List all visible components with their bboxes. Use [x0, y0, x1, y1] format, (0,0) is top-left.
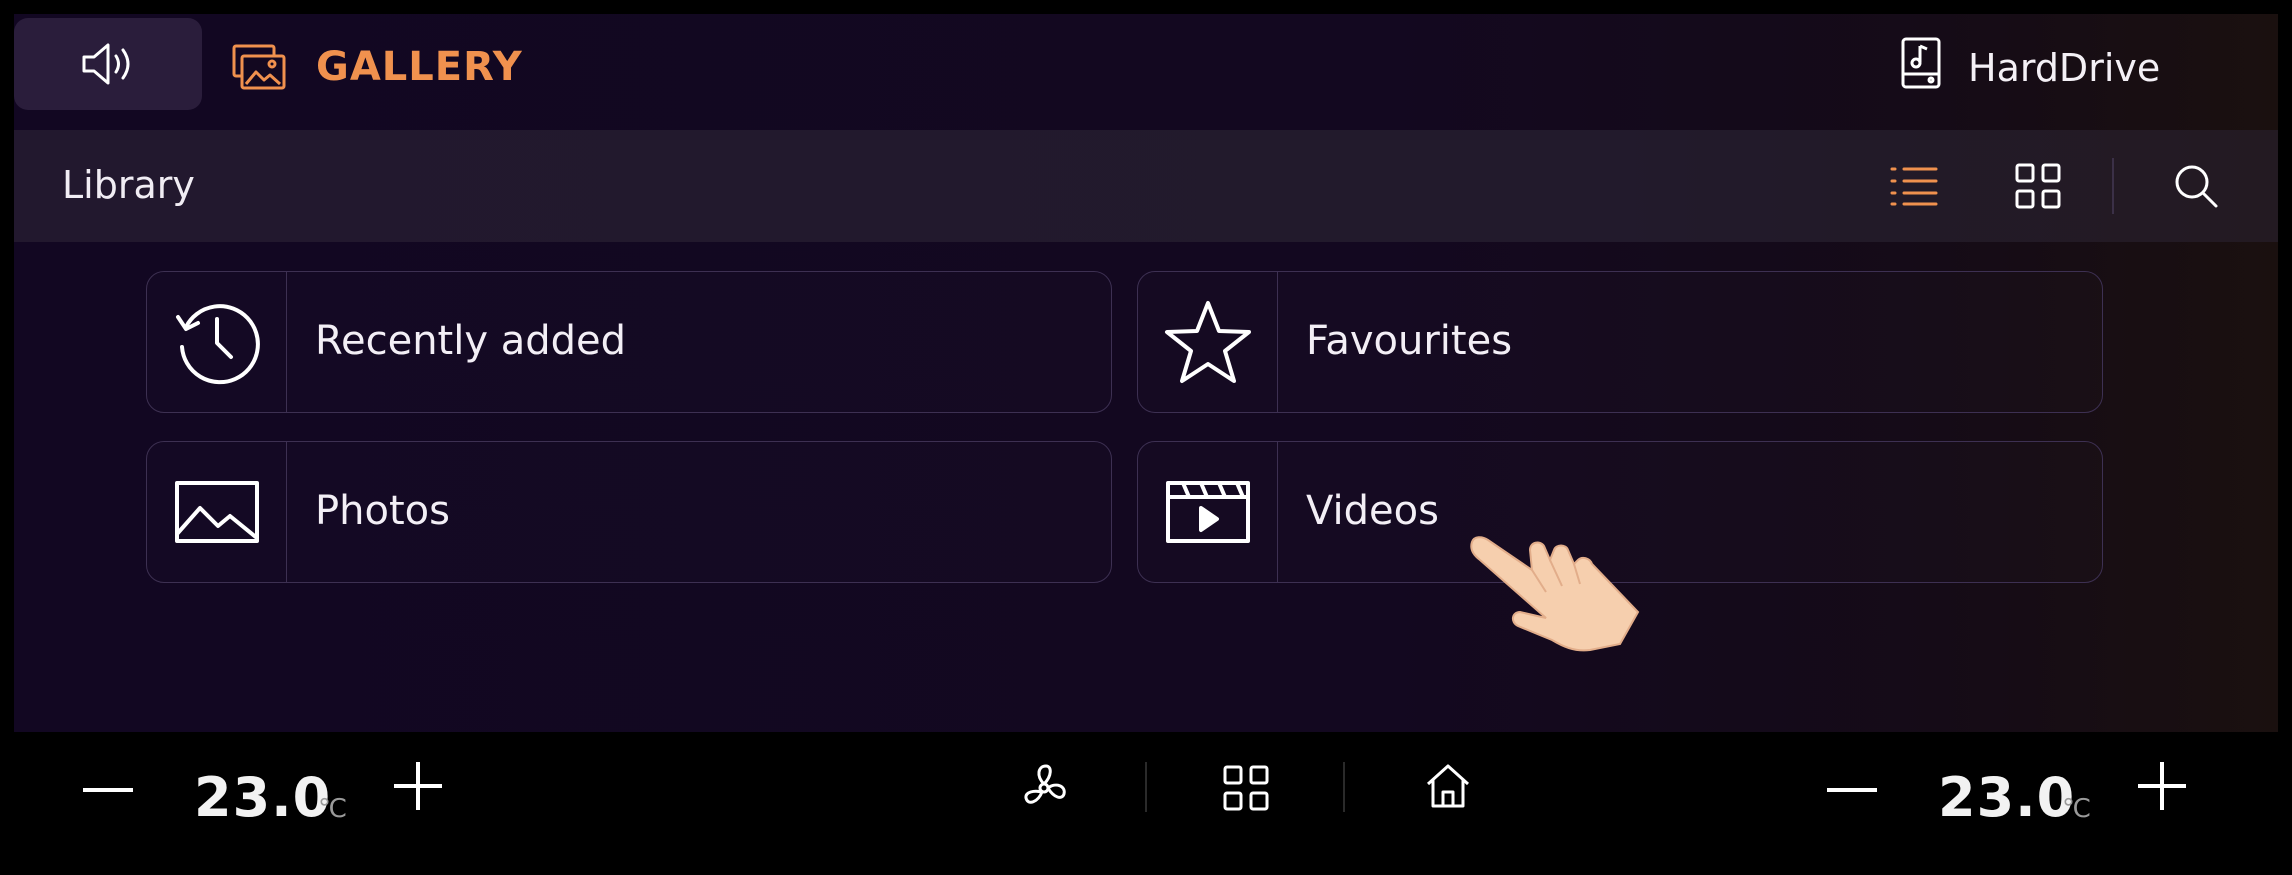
music-drive-icon [1901, 37, 1941, 89]
tap-hand-icon [1470, 536, 1640, 652]
left-temp-value: 23.0 [194, 766, 332, 829]
library-item-recently-added[interactable]: Recently added [146, 271, 1112, 413]
library-item-favourites[interactable]: Favourites [1137, 271, 2103, 413]
toolbar-divider [2112, 158, 2114, 214]
app-title: GALLERY [316, 44, 523, 90]
fan-icon [1024, 764, 1066, 804]
tile-label: Recently added [315, 318, 627, 364]
grid-icon [2015, 163, 2061, 209]
left-temp-decrease-button[interactable] [80, 776, 136, 804]
tile-icon-box [1138, 442, 1278, 582]
home-icon [1426, 764, 1470, 808]
climate-bar: 23.0 ℃ 23.0 ℃ [0, 732, 2292, 875]
dock-divider [1145, 762, 1147, 812]
infotainment-screen: GALLERY HardDrive Library Recently added… [14, 14, 2278, 732]
minus-icon [83, 788, 133, 792]
home-button[interactable] [1420, 758, 1476, 814]
tile-icon-box [147, 272, 287, 412]
star-icon [1164, 301, 1251, 383]
apps-button[interactable] [1218, 760, 1274, 816]
list-icon [1890, 167, 1938, 206]
volume-button[interactable] [14, 18, 202, 110]
gallery-icon [232, 44, 286, 90]
left-temp-increase-button[interactable] [392, 760, 444, 812]
plus-icon [394, 762, 442, 810]
library-item-photos[interactable]: Photos [146, 441, 1112, 583]
search-button[interactable] [2166, 156, 2226, 216]
source-label[interactable]: HardDrive [1968, 46, 2160, 90]
list-view-button[interactable] [1884, 156, 1944, 216]
right-temp-increase-button[interactable] [2136, 760, 2188, 812]
apps-grid-icon [1223, 765, 1269, 811]
image-icon [174, 481, 259, 543]
right-temp-value: 23.0 [1938, 766, 2076, 829]
search-icon [2175, 165, 2218, 208]
tile-label: Photos [315, 488, 450, 534]
library-toolbar: Library [14, 130, 2278, 242]
history-icon [175, 304, 260, 385]
fan-button[interactable] [1016, 760, 1072, 816]
right-temp-unit: ℃ [2062, 794, 2092, 824]
left-temp-unit: ℃ [318, 794, 348, 824]
dock-divider [1343, 762, 1345, 812]
minus-icon [1827, 788, 1877, 792]
right-temp-decrease-button[interactable] [1824, 776, 1880, 804]
tile-icon-box [1138, 272, 1278, 412]
tile-icon-box [147, 442, 287, 582]
top-bar: GALLERY HardDrive [14, 14, 2278, 130]
speaker-icon [82, 43, 130, 85]
tile-label: Videos [1306, 488, 1439, 534]
video-icon [1165, 481, 1250, 543]
grid-view-button[interactable] [2008, 156, 2068, 216]
plus-icon [2138, 762, 2186, 810]
tile-label: Favourites [1306, 318, 1513, 364]
page-title: Library [62, 163, 195, 207]
